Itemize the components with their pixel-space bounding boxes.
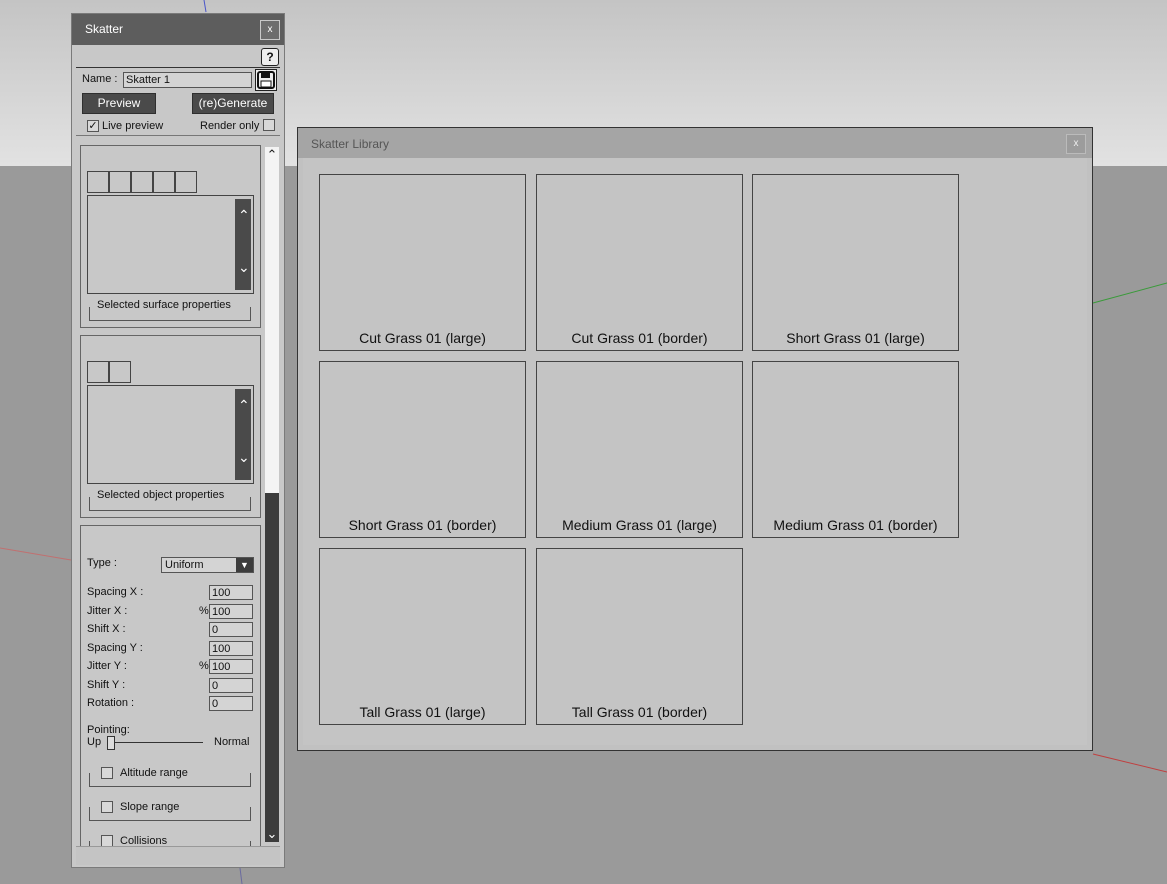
scroll-up-icon[interactable]: ⌃ <box>238 207 250 224</box>
library-item[interactable]: Cut Grass 01 (border) <box>536 174 743 351</box>
pointing-min-label: Up <box>87 736 102 748</box>
surfaces-section: ⌃ ⌄ Selected surface properties <box>80 145 261 328</box>
panel-scrollbar-thumb[interactable] <box>265 147 279 493</box>
live-preview-checkbox[interactable]: ✓ <box>87 120 99 132</box>
skatter-titlebar[interactable]: Skatter x <box>72 14 284 45</box>
live-preview-label: Live preview <box>102 120 164 132</box>
type-label: Type : <box>87 557 117 569</box>
render-only-checkbox[interactable] <box>263 119 275 131</box>
library-item-label: Tall Grass 01 (large) <box>359 704 486 720</box>
percent-suffix: % <box>199 605 209 617</box>
distribution-field-label: Shift Y : <box>87 679 126 691</box>
preview-button[interactable]: Preview <box>82 93 156 114</box>
altitude-range-checkbox[interactable] <box>101 767 113 779</box>
library-item-label: Medium Grass 01 (large) <box>562 517 717 533</box>
library-item[interactable]: Short Grass 01 (large) <box>752 174 959 351</box>
panel-scrollbar-track[interactable] <box>265 493 279 842</box>
library-item[interactable]: Short Grass 01 (border) <box>319 361 526 538</box>
skatter-library-window: Skatter Library x Cut Grass 01 (large) Cu… <box>297 127 1093 751</box>
type-select-value: Uniform <box>165 559 204 571</box>
distribution-field-label: Spacing X : <box>87 586 144 598</box>
skatter-close-button[interactable]: x <box>260 20 280 40</box>
objects-section: ⌃ ⌄ Selected object properties <box>80 335 261 518</box>
slope-range-checkbox[interactable] <box>101 801 113 813</box>
surface-slot-2[interactable] <box>109 171 131 193</box>
pointing-label: Pointing: <box>87 724 130 736</box>
panel-footer <box>76 846 280 865</box>
distribution-field-input[interactable]: 100 <box>209 585 253 600</box>
library-item[interactable]: Medium Grass 01 (border) <box>752 361 959 538</box>
surface-properties-label: Selected surface properties <box>95 299 233 311</box>
surface-slot-4[interactable] <box>153 171 175 193</box>
library-item-label: Short Grass 01 (large) <box>786 330 925 346</box>
regenerate-button[interactable]: (re)Generate <box>192 93 274 114</box>
library-item-label: Medium Grass 01 (border) <box>773 517 938 533</box>
save-icon[interactable] <box>255 69 277 91</box>
library-item[interactable]: Cut Grass 01 (large) <box>319 174 526 351</box>
skatter-title: Skatter <box>85 22 124 36</box>
distribution-field-input[interactable]: 100 <box>209 641 253 656</box>
scroll-down-icon[interactable]: ⌄ <box>238 259 250 276</box>
surfaces-list-scrollbar[interactable]: ⌃ ⌄ <box>235 199 251 290</box>
object-slot-2[interactable] <box>109 361 131 383</box>
surface-slot-5[interactable] <box>175 171 197 193</box>
library-item[interactable]: Tall Grass 01 (large) <box>319 548 526 725</box>
chevron-down-icon[interactable]: ▼ <box>236 558 253 572</box>
distribution-field-label: Jitter X : <box>87 605 128 617</box>
distribution-field-input[interactable]: 0 <box>209 696 253 711</box>
library-item-label: Tall Grass 01 (border) <box>571 704 708 720</box>
type-select[interactable]: Uniform ▼ <box>161 557 254 573</box>
name-input[interactable]: Skatter 1 <box>123 72 252 88</box>
objects-list-scrollbar[interactable]: ⌃ ⌄ <box>235 389 251 480</box>
surface-slot-3[interactable] <box>131 171 153 193</box>
library-item-label: Cut Grass 01 (large) <box>359 330 486 346</box>
distribution-field-label: Spacing Y : <box>87 642 143 654</box>
pointing-slider-handle[interactable] <box>107 736 115 750</box>
skatter-panel: Skatter x ? Name : Skatter 1 Preview (re… <box>71 13 285 868</box>
percent-suffix: % <box>199 660 209 672</box>
library-title: Skatter Library <box>311 137 390 151</box>
library-item[interactable]: Tall Grass 01 (border) <box>536 548 743 725</box>
surfaces-list[interactable]: ⌃ ⌄ <box>87 195 254 294</box>
objects-list[interactable]: ⌃ ⌄ <box>87 385 254 484</box>
render-only-label: Render only <box>200 120 260 132</box>
slope-range-label: Slope range <box>118 801 182 813</box>
library-item-label: Short Grass 01 (border) <box>348 517 497 533</box>
options-divider <box>76 135 280 136</box>
library-item-label: Cut Grass 01 (border) <box>571 330 708 346</box>
library-titlebar[interactable]: Skatter Library x <box>298 128 1092 158</box>
panel-scrollbar[interactable]: ⌃ ⌄ <box>265 147 279 842</box>
scroll-up-icon[interactable]: ⌃ <box>238 397 250 414</box>
distribution-field-label: Jitter Y : <box>87 660 127 672</box>
object-properties-label: Selected object properties <box>95 489 227 501</box>
library-close-button[interactable]: x <box>1066 134 1086 154</box>
name-label: Name : <box>82 73 118 85</box>
help-icon[interactable]: ? <box>261 48 279 66</box>
distribution-field-input[interactable]: 100 <box>209 604 253 619</box>
library-grid: Cut Grass 01 (large) Cut Grass 01 (border… <box>303 158 1087 745</box>
pointing-slider[interactable] <box>107 736 203 750</box>
distribution-field-label: Shift X : <box>87 623 126 635</box>
altitude-range-label: Altitude range <box>118 767 190 779</box>
distribution-field-label: Rotation : <box>87 697 135 709</box>
distribution-field-input[interactable]: 100 <box>209 659 253 674</box>
scroll-up-icon[interactable]: ⌃ <box>265 147 279 163</box>
scroll-down-icon[interactable]: ⌄ <box>238 449 250 466</box>
header-divider <box>76 67 280 68</box>
library-item[interactable]: Medium Grass 01 (large) <box>536 361 743 538</box>
distribution-field-input[interactable]: 0 <box>209 678 253 693</box>
surface-slot-1[interactable] <box>87 171 109 193</box>
scroll-down-icon[interactable]: ⌄ <box>265 826 279 842</box>
pointing-max-label: Normal <box>214 736 250 748</box>
distribution-field-input[interactable]: 0 <box>209 622 253 637</box>
distribution-section: Type : Uniform ▼ Spacing X : 100 Jitter X … <box>80 525 261 855</box>
object-slot-1[interactable] <box>87 361 109 383</box>
